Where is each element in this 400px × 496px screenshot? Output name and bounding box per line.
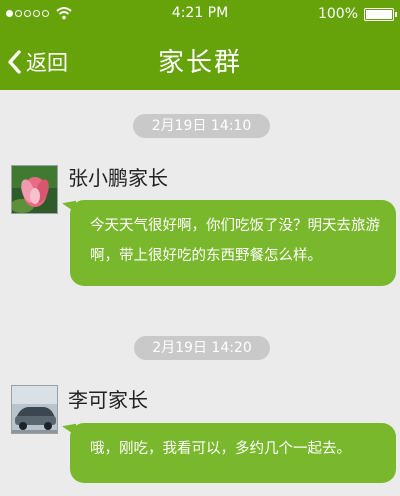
message-bubble[interactable]: 哦，刚吃，我看可以，多约几个一起去。 (70, 423, 396, 483)
sender-name: 张小鹏家长 (68, 166, 168, 190)
timestamp-pill: 2月19日 14:10 (133, 114, 270, 138)
car-photo-avatar-icon (12, 386, 57, 433)
lotus-flower-avatar-icon (12, 166, 57, 213)
battery-icon (364, 8, 397, 21)
timestamp-pill: 2月19日 14:20 (134, 336, 270, 360)
page-title: 家长群 (157, 48, 242, 78)
status-bar: 4:21 PM 100% (0, 0, 400, 28)
top-bar: 4:21 PM 100% 返回 家长群 (0, 0, 400, 90)
sender-name: 李可家长 (68, 388, 148, 412)
battery-percentage: 100% (317, 6, 358, 22)
message-bubble[interactable]: 今天天气很好啊，你们吃饭了没？明天去旅游啊，带上很好吃的东西野餐怎么样。 (70, 200, 396, 286)
avatar[interactable] (11, 385, 58, 434)
avatar[interactable] (11, 165, 58, 214)
